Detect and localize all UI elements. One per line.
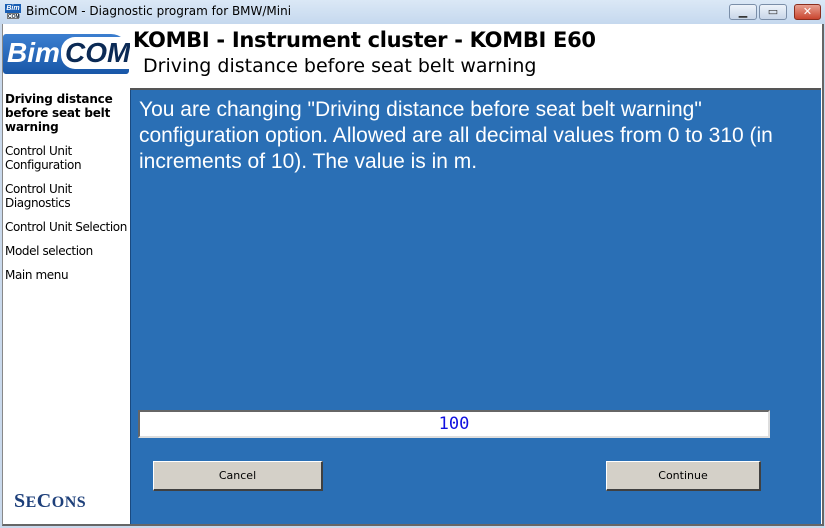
secons-logo-part: C xyxy=(36,490,52,512)
maximize-button[interactable]: ▭ xyxy=(759,4,787,20)
sidebar-item-control-unit-diagnostics[interactable]: Control Unit Diagnostics xyxy=(5,182,127,210)
secons-logo-part: S xyxy=(14,490,26,512)
app-icon-bottom: COM xyxy=(7,13,20,20)
title-bar: Bim COM BimCOM - Diagnostic program for … xyxy=(0,0,825,24)
page-subtitle: Driving distance before seat belt warnin… xyxy=(143,55,537,77)
sidebar-item-model-selection[interactable]: Model selection xyxy=(5,244,127,258)
instruction-message: You are changing "Driving distance befor… xyxy=(139,98,773,173)
logo-text-com: COM xyxy=(61,37,135,69)
page-header: KOMBI - Instrument cluster - KOMBI E60 D… xyxy=(130,24,821,90)
sidebar-item-control-unit-selection[interactable]: Control Unit Selection xyxy=(5,220,127,234)
bimcom-logo: Bim COM xyxy=(3,34,135,74)
maximize-icon: ▭ xyxy=(767,5,779,18)
main-panel: You are changing "Driving distance befor… xyxy=(130,90,821,524)
app-icon-top: Bim xyxy=(5,4,21,13)
continue-button[interactable]: Continue xyxy=(606,461,761,491)
window-title: BimCOM - Diagnostic program for BMW/Mini xyxy=(26,4,292,18)
value-input[interactable] xyxy=(138,410,770,438)
page-title: KOMBI - Instrument cluster - KOMBI E60 xyxy=(133,28,596,52)
cancel-button[interactable]: Cancel xyxy=(153,461,323,491)
minimize-icon: ▁ xyxy=(738,5,748,18)
sidebar-item-driving-distance[interactable]: Driving distance before seat belt warnin… xyxy=(5,92,127,134)
minimize-button[interactable]: ▁ xyxy=(729,4,757,20)
sidebar-item-control-unit-configuration[interactable]: Control Unit Configuration xyxy=(5,144,127,172)
secons-logo-part: ONS xyxy=(51,494,87,511)
sidebar-item-main-menu[interactable]: Main menu xyxy=(5,268,127,282)
close-icon: ✕ xyxy=(802,5,813,18)
secons-logo-part: E xyxy=(25,494,37,511)
app-icon[interactable]: Bim COM xyxy=(5,4,21,20)
logo-text-bim: Bim xyxy=(7,37,60,68)
secons-logo: SECONS xyxy=(14,490,86,513)
sidebar-nav: Driving distance before seat belt warnin… xyxy=(5,92,127,292)
close-button[interactable]: ✕ xyxy=(794,4,821,20)
